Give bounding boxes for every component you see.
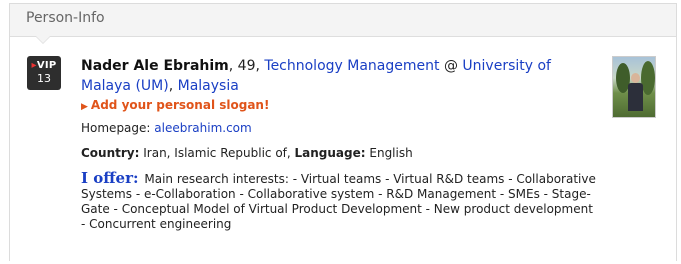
language-value: English: [365, 146, 413, 160]
at-sign: @: [439, 58, 463, 74]
vip-number: 13: [37, 72, 51, 85]
photo-person-body: [628, 83, 643, 111]
panel-title: Person-Info: [26, 10, 105, 26]
homepage-link[interactable]: aleebrahim.com: [154, 121, 251, 135]
field-link[interactable]: Technology Management: [264, 58, 439, 74]
name-line: Nader Ale Ebrahim, 49, Technology Manage…: [81, 56, 601, 96]
offer-label: I offer:: [81, 169, 139, 187]
photo-person-head: [631, 73, 640, 83]
homepage-line: Homepage: aleebrahim.com: [81, 121, 601, 135]
offer-block: I offer: Main research interests: - Virt…: [81, 171, 601, 232]
profile-photo[interactable]: [612, 56, 656, 118]
person-age: , 49,: [228, 58, 265, 74]
panel-header: Person-Info: [10, 4, 676, 44]
slogan-text: Add your personal slogan!: [90, 98, 270, 112]
country-value: Iran, Islamic Republic of,: [139, 146, 295, 160]
homepage-label: Homepage:: [81, 121, 155, 135]
photo-tree-right: [641, 61, 655, 95]
person-name: Nader Ale Ebrahim: [81, 58, 229, 74]
slogan-link[interactable]: ▶ Add your personal slogan!: [81, 98, 601, 112]
header-notch-inner: [36, 36, 50, 43]
comma: ,: [168, 78, 178, 94]
triangle-right-icon: ▶: [81, 102, 88, 112]
country-line: Country: Iran, Islamic Republic of, Lang…: [81, 146, 601, 160]
vip-badge-icon[interactable]: ▸VIP 13: [27, 56, 61, 90]
offer-text: Main research interests: - Virtual teams…: [81, 172, 596, 231]
vip-label: ▸VIP: [31, 60, 57, 71]
person-details: Nader Ale Ebrahim, 49, Technology Manage…: [81, 56, 601, 232]
country-link[interactable]: Malaysia: [178, 78, 239, 94]
language-label: Language:: [294, 146, 366, 160]
country-label: Country:: [81, 146, 140, 160]
